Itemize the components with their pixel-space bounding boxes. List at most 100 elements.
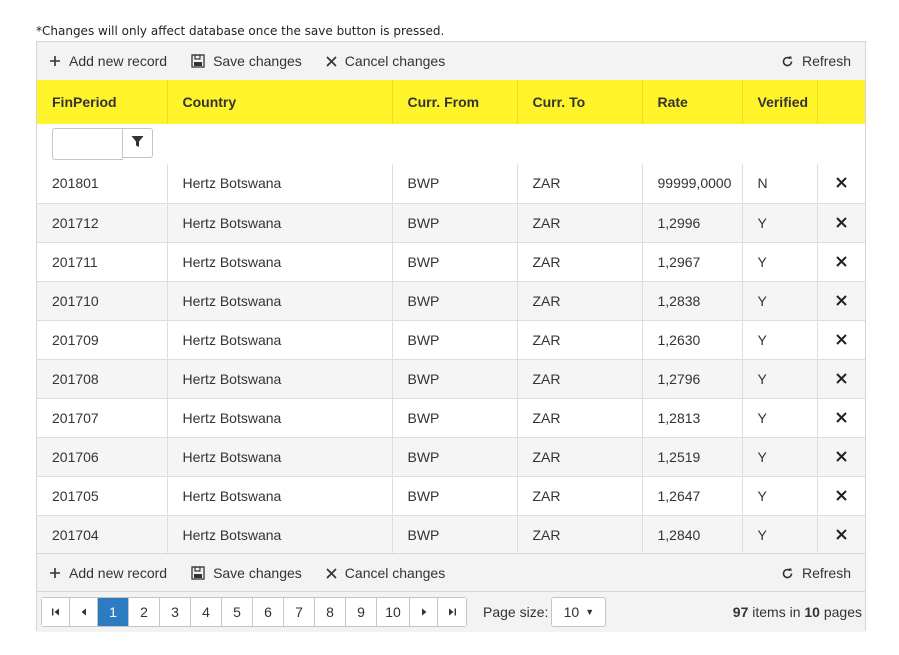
cell-curr-from[interactable]: BWP xyxy=(392,398,518,438)
cell-finperiod[interactable]: 201706 xyxy=(37,437,168,477)
cell-verified[interactable]: Y xyxy=(742,281,818,321)
cell-rate[interactable]: 1,2519 xyxy=(642,437,743,477)
cancel-changes-button[interactable]: Cancel changes xyxy=(314,42,457,80)
cell-curr-to[interactable]: ZAR xyxy=(517,437,643,477)
cell-country[interactable]: Hertz Botswana xyxy=(167,320,393,360)
save-changes-button-bottom[interactable]: Save changes xyxy=(179,554,314,592)
cell-country[interactable]: Hertz Botswana xyxy=(167,398,393,438)
cell-verified[interactable]: Y xyxy=(742,398,818,438)
cell-verified[interactable]: Y xyxy=(742,359,818,399)
save-changes-button[interactable]: Save changes xyxy=(179,42,314,80)
cell-country[interactable]: Hertz Botswana xyxy=(167,359,393,399)
delete-icon[interactable] xyxy=(836,450,847,462)
cell-country[interactable]: Hertz Botswana xyxy=(167,164,393,204)
cell-curr-from[interactable]: BWP xyxy=(392,359,518,399)
cell-verified[interactable]: Y xyxy=(742,515,818,555)
table-row[interactable]: 201708 Hertz Botswana BWP ZAR 1,2796 Y xyxy=(37,359,865,399)
add-record-button[interactable]: Add new record xyxy=(37,42,179,80)
next-page-button[interactable] xyxy=(410,598,438,626)
filter-button[interactable] xyxy=(122,128,153,158)
cell-country[interactable]: Hertz Botswana xyxy=(167,281,393,321)
cell-finperiod[interactable]: 201710 xyxy=(37,281,168,321)
delete-icon[interactable] xyxy=(836,177,847,188)
first-page-button[interactable] xyxy=(42,598,70,626)
cell-verified[interactable]: Y xyxy=(742,320,818,360)
cell-curr-to[interactable]: ZAR xyxy=(517,242,643,282)
page-5-button[interactable]: 5 xyxy=(222,598,253,626)
cell-rate[interactable]: 1,2630 xyxy=(642,320,743,360)
cell-verified[interactable]: Y xyxy=(742,476,818,516)
delete-icon[interactable] xyxy=(836,489,847,501)
cell-finperiod[interactable]: 201704 xyxy=(37,515,168,555)
cell-country[interactable]: Hertz Botswana xyxy=(167,437,393,477)
delete-icon[interactable] xyxy=(836,333,847,345)
refresh-button[interactable]: Refresh xyxy=(769,42,865,80)
cell-finperiod[interactable]: 201705 xyxy=(37,476,168,516)
table-row[interactable]: 201711 Hertz Botswana BWP ZAR 1,2967 Y xyxy=(37,242,865,282)
table-row[interactable]: 201709 Hertz Botswana BWP ZAR 1,2630 Y xyxy=(37,320,865,360)
add-record-button-bottom[interactable]: Add new record xyxy=(37,554,179,592)
cell-curr-from[interactable]: BWP xyxy=(392,164,518,204)
page-size-select[interactable]: 10 ▼ xyxy=(551,597,607,627)
cell-country[interactable]: Hertz Botswana xyxy=(167,242,393,282)
cell-finperiod[interactable]: 201712 xyxy=(37,203,168,243)
cell-rate[interactable]: 1,2996 xyxy=(642,203,743,243)
page-7-button[interactable]: 7 xyxy=(284,598,315,626)
cell-finperiod[interactable]: 201708 xyxy=(37,359,168,399)
table-row[interactable]: 201801 Hertz Botswana BWP ZAR 99999,0000 N xyxy=(37,164,865,204)
table-row[interactable]: 201710 Hertz Botswana BWP ZAR 1,2838 Y xyxy=(37,281,865,321)
cell-verified[interactable]: Y xyxy=(742,437,818,477)
refresh-button-bottom[interactable]: Refresh xyxy=(769,554,865,592)
table-row[interactable]: 201706 Hertz Botswana BWP ZAR 1,2519 Y xyxy=(37,437,865,477)
cell-finperiod[interactable]: 201801 xyxy=(37,164,168,204)
page-9-button[interactable]: 9 xyxy=(346,598,377,626)
cell-country[interactable]: Hertz Botswana xyxy=(167,515,393,555)
cell-rate[interactable]: 1,2967 xyxy=(642,242,743,282)
column-header-curr-from[interactable]: Curr. From xyxy=(392,80,518,124)
column-header-verified[interactable]: Verified xyxy=(742,80,818,124)
table-row[interactable]: 201712 Hertz Botswana BWP ZAR 1,2996 Y xyxy=(37,203,865,243)
delete-icon[interactable] xyxy=(836,372,847,384)
cell-curr-to[interactable]: ZAR xyxy=(517,203,643,243)
page-6-button[interactable]: 6 xyxy=(253,598,284,626)
page-8-button[interactable]: 8 xyxy=(315,598,346,626)
cell-rate[interactable]: 1,2647 xyxy=(642,476,743,516)
column-header-rate[interactable]: Rate xyxy=(642,80,743,124)
page-4-button[interactable]: 4 xyxy=(191,598,222,626)
delete-icon[interactable] xyxy=(836,528,847,540)
column-header-country[interactable]: Country xyxy=(167,80,393,124)
cell-rate[interactable]: 1,2840 xyxy=(642,515,743,555)
page-3-button[interactable]: 3 xyxy=(160,598,191,626)
column-header-curr-to[interactable]: Curr. To xyxy=(517,80,643,124)
cell-country[interactable]: Hertz Botswana xyxy=(167,476,393,516)
finperiod-filter-input[interactable] xyxy=(52,128,123,160)
cell-country[interactable]: Hertz Botswana xyxy=(167,203,393,243)
cell-verified[interactable]: N xyxy=(742,164,818,204)
table-row[interactable]: 201705 Hertz Botswana BWP ZAR 1,2647 Y xyxy=(37,476,865,516)
table-row[interactable]: 201707 Hertz Botswana BWP ZAR 1,2813 Y xyxy=(37,398,865,438)
delete-icon[interactable] xyxy=(836,255,847,267)
cell-rate[interactable]: 99999,0000 xyxy=(642,164,743,204)
cell-finperiod[interactable]: 201711 xyxy=(37,242,168,282)
cell-curr-from[interactable]: BWP xyxy=(392,320,518,360)
page-1-button[interactable]: 1 xyxy=(98,598,129,626)
last-page-button[interactable] xyxy=(438,598,466,626)
cell-curr-from[interactable]: BWP xyxy=(392,203,518,243)
table-row[interactable]: 201704 Hertz Botswana BWP ZAR 1,2840 Y xyxy=(37,515,865,555)
cell-rate[interactable]: 1,2796 xyxy=(642,359,743,399)
delete-icon[interactable] xyxy=(836,216,847,228)
cell-finperiod[interactable]: 201709 xyxy=(37,320,168,360)
column-header-finperiod[interactable]: FinPeriod xyxy=(37,80,168,124)
cancel-changes-button-bottom[interactable]: Cancel changes xyxy=(314,554,457,592)
cell-curr-from[interactable]: BWP xyxy=(392,515,518,555)
cell-curr-to[interactable]: ZAR xyxy=(517,476,643,516)
delete-icon[interactable] xyxy=(836,294,847,306)
cell-curr-to[interactable]: ZAR xyxy=(517,164,643,204)
cell-curr-from[interactable]: BWP xyxy=(392,242,518,282)
cell-curr-to[interactable]: ZAR xyxy=(517,398,643,438)
page-2-button[interactable]: 2 xyxy=(129,598,160,626)
cell-curr-from[interactable]: BWP xyxy=(392,281,518,321)
cell-curr-from[interactable]: BWP xyxy=(392,437,518,477)
cell-curr-from[interactable]: BWP xyxy=(392,476,518,516)
cell-finperiod[interactable]: 201707 xyxy=(37,398,168,438)
